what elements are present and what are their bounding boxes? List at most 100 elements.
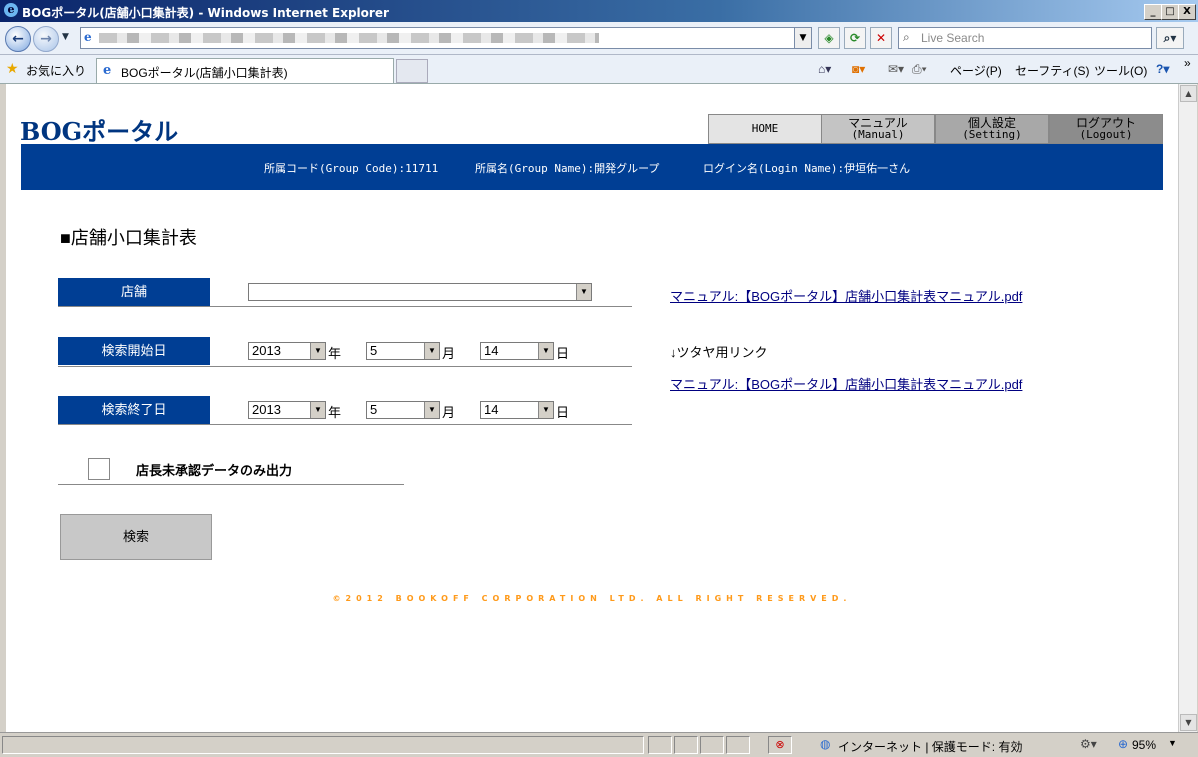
site-logo[interactable]: BOGポータル: [20, 112, 178, 147]
live-search-input[interactable]: ⌕ Live Search: [898, 27, 1152, 49]
page-content: BOGポータル HOME マニュアル (Manual) 個人設定 (Settin…: [6, 84, 1178, 732]
zoom-dropdown-icon[interactable]: ▼: [1168, 738, 1177, 748]
zoom-level[interactable]: 95%: [1132, 738, 1156, 752]
end-day-select[interactable]: 14 ▼: [480, 401, 554, 419]
recent-pages-dropdown-icon[interactable]: ▼: [62, 32, 69, 42]
chevron-more-icon[interactable]: »: [1184, 56, 1191, 70]
new-tab-button[interactable]: [396, 59, 428, 83]
internet-zone-icon: ◍: [820, 737, 831, 751]
end-year-value: 2013: [252, 402, 281, 417]
tab-ie-icon: e: [103, 63, 112, 78]
divider: [58, 424, 632, 425]
nav-manual-button[interactable]: マニュアル (Manual): [821, 114, 935, 144]
compatibility-view-icon[interactable]: ◈: [818, 27, 840, 49]
chevron-down-icon: ▼: [538, 402, 553, 418]
group-name: 所属名(Group Name):開発グループ: [475, 162, 660, 175]
maximize-button[interactable]: □: [1161, 4, 1179, 20]
chevron-down-icon: ▼: [576, 284, 591, 300]
start-month-select[interactable]: 5 ▼: [366, 342, 440, 360]
start-year-value: 2013: [252, 343, 281, 358]
security-zone-text[interactable]: インターネット | 保護モード: 有効: [838, 738, 1022, 755]
popup-blocked-icon[interactable]: ⊗: [768, 736, 792, 754]
store-label: 店舗: [58, 278, 210, 306]
nav-home-button[interactable]: HOME: [708, 114, 822, 144]
end-date-label: 検索終了日: [58, 396, 210, 424]
home-icon[interactable]: ⌂▾: [818, 62, 831, 76]
copyright-text: ©2012 BOOKOFF CORPORATION LTD. ALL RIGHT…: [332, 594, 852, 603]
help-icon[interactable]: ?▾: [1156, 62, 1169, 76]
scroll-up-icon[interactable]: ▲: [1180, 85, 1197, 102]
status-pane: [726, 736, 750, 754]
favorites-star-icon[interactable]: ★: [6, 60, 19, 77]
chevron-down-icon: ▼: [424, 343, 439, 359]
manage-addons-icon[interactable]: ⚙▾: [1080, 737, 1097, 751]
mail-icon[interactable]: ✉▾: [888, 62, 904, 76]
end-month-value: 5: [370, 402, 378, 417]
nav-setting-button[interactable]: 個人設定 (Setting): [935, 114, 1049, 144]
minimize-button[interactable]: _: [1144, 4, 1162, 20]
start-day-value: 14: [484, 343, 499, 358]
feeds-icon[interactable]: ◙▾: [852, 62, 865, 76]
chevron-down-icon: ▼: [310, 343, 325, 359]
address-value: [99, 33, 599, 43]
nav-logout-label-en: (Logout): [1079, 128, 1133, 141]
start-day-select[interactable]: 14 ▼: [480, 342, 554, 360]
divider: [58, 306, 632, 307]
day-unit: 日: [556, 405, 570, 420]
page-menu[interactable]: ページ(P): [950, 62, 1002, 79]
divider: [58, 366, 632, 367]
manual-link-pdf-tsutaya[interactable]: マニュアル:【BOGポータル】店舗小口集計表マニュアル.pdf: [670, 374, 1022, 393]
tab-title: BOGポータル(店舗小口集計表): [121, 66, 288, 80]
month-unit: 月: [442, 346, 456, 361]
stop-icon[interactable]: ✕: [870, 27, 892, 49]
scroll-down-icon[interactable]: ▼: [1180, 714, 1197, 731]
back-button[interactable]: ←: [5, 26, 31, 52]
search-icon: ⌕: [903, 30, 910, 44]
favorites-label[interactable]: お気に入り: [26, 62, 86, 79]
print-icon[interactable]: ⎙▾: [912, 62, 927, 77]
tools-menu[interactable]: ツール(O): [1094, 62, 1147, 79]
tab-active[interactable]: e BOGポータル(店舗小口集計表): [96, 58, 394, 83]
vertical-scrollbar[interactable]: ▲ ▼: [1178, 84, 1197, 732]
end-day-value: 14: [484, 402, 499, 417]
zoom-icon[interactable]: ⊕: [1118, 737, 1128, 751]
status-text-pane: [2, 736, 644, 754]
day-unit: 日: [556, 346, 570, 361]
start-date-label: 検索開始日: [58, 337, 210, 365]
nav-home-label: HOME: [751, 122, 779, 135]
group-code: 所属コード(Group Code):11711: [264, 162, 439, 175]
manual-link-pdf[interactable]: マニュアル:【BOGポータル】店舗小口集計表マニュアル.pdf: [670, 286, 1022, 305]
year-unit: 年: [328, 346, 342, 361]
navigation-toolbar: ← → ▼ e ▼ ◈ ⟳ ✕ ⌕ Live Search ⌕▾: [0, 22, 1198, 55]
favorites-bar: ★ お気に入り e BOGポータル(店舗小口集計表) ⌂▾ ◙▾ ✉▾ ⎙▾ ペ…: [0, 55, 1198, 84]
forward-button[interactable]: →: [33, 26, 59, 52]
divider: [58, 484, 404, 485]
tsutaya-link-note: ↓ツタヤ用リンク: [670, 345, 768, 360]
start-year-select[interactable]: 2013 ▼: [248, 342, 326, 360]
close-window-button[interactable]: X: [1178, 4, 1196, 20]
window-title: BOGポータル(店舗小口集計表) - Windows Internet Expl…: [22, 6, 389, 20]
chevron-down-icon: ▼: [310, 402, 325, 418]
user-info-bar: 所属コード(Group Code):11711 所属名(Group Name):…: [21, 144, 1163, 190]
search-go-button[interactable]: ⌕▾: [1156, 27, 1184, 49]
month-unit: 月: [442, 405, 456, 420]
status-pane: [674, 736, 698, 754]
search-button[interactable]: 検索: [60, 514, 212, 560]
window-titlebar: e BOGポータル(店舗小口集計表) - Windows Internet Ex…: [0, 0, 1198, 22]
safety-menu[interactable]: セーフティ(S): [1015, 62, 1090, 79]
store-select[interactable]: ▼: [248, 283, 592, 301]
end-month-select[interactable]: 5 ▼: [366, 401, 440, 419]
start-month-value: 5: [370, 343, 378, 358]
address-bar[interactable]: e ▼: [80, 27, 812, 49]
end-year-select[interactable]: 2013 ▼: [248, 401, 326, 419]
year-unit: 年: [328, 405, 342, 420]
unapproved-only-checkbox[interactable]: [88, 458, 110, 480]
refresh-icon[interactable]: ⟳: [844, 27, 866, 49]
ie-logo-icon: e: [4, 3, 18, 17]
address-dropdown-icon[interactable]: ▼: [794, 28, 811, 48]
nav-logout-button[interactable]: ログアウト (Logout): [1049, 114, 1163, 144]
search-placeholder: Live Search: [921, 31, 985, 45]
page-title: ■店舗小口集計表: [60, 228, 197, 248]
unapproved-only-label[interactable]: 店長未承認データのみ出力: [136, 460, 292, 479]
page-icon: e: [84, 30, 92, 44]
